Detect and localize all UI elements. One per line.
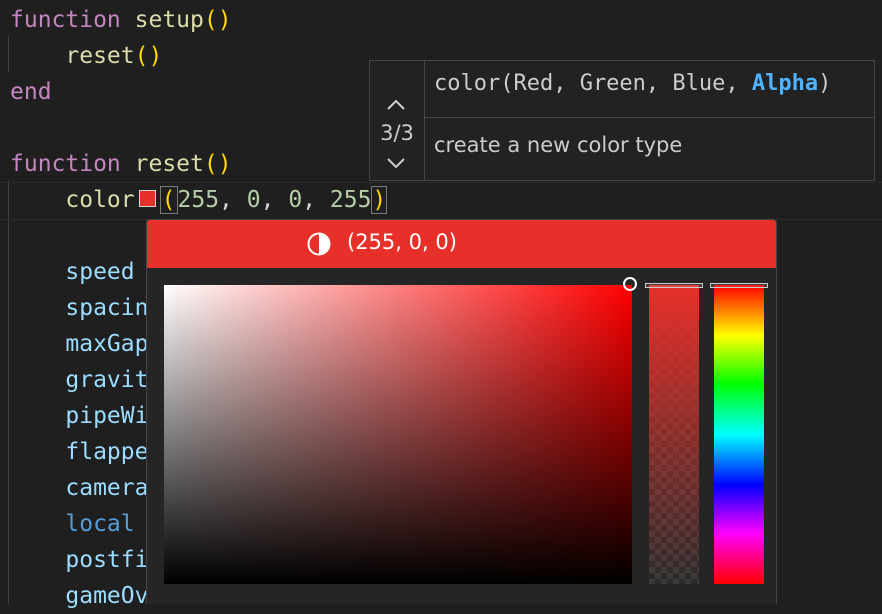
code-line-var[interactable]: camera [10,470,148,506]
code-line-var[interactable]: pipeWi [10,398,148,434]
close-paren: ) [371,186,388,214]
chevron-up-icon[interactable] [385,95,407,115]
opacity-slider-handle[interactable] [645,283,703,288]
color-value-label[interactable]: (255, 0, 0) [347,230,457,254]
active-parameter: Alpha [751,71,819,96]
code-line-5[interactable]: function reset() [10,146,232,182]
signature-navigation: 3/3 [370,61,425,180]
hue-slider[interactable] [714,285,764,584]
open-paren: ( [159,186,178,214]
code-line-var[interactable]: local [10,506,134,542]
code-line-var[interactable]: flappe [10,434,148,470]
hue-slider-handle[interactable] [710,283,768,288]
code-line-3[interactable]: end [10,74,52,110]
code-line-var[interactable]: speed [10,254,134,290]
code-line-6[interactable]: color (255, 0, 0, 255) [10,182,388,218]
code-line-var[interactable]: maxGap [10,326,148,362]
chevron-down-icon[interactable] [385,153,407,173]
color-picker-header[interactable]: (255, 0, 0) [147,220,776,268]
code-line-var[interactable]: gravit [10,362,148,398]
code-line-1[interactable]: function setup() [10,2,232,38]
saturation-handle[interactable] [623,277,637,291]
indent-guide [8,180,9,604]
saturation-brightness-area[interactable] [164,285,632,584]
color-picker: (255, 0, 0) [146,219,777,604]
code-line-var[interactable]: spacin [10,290,148,326]
color-swatch-decorator[interactable] [138,190,156,207]
signature-documentation: create a new color type [434,133,683,157]
code-line-2[interactable]: reset() [10,38,162,74]
signature-counter: 3/3 [380,121,414,145]
code-line-var[interactable]: postfi [10,542,148,578]
divider [425,117,874,118]
indent-guide [8,36,9,72]
code-line-var[interactable]: gameOv [10,578,148,614]
opacity-slider[interactable] [649,285,699,584]
signature-label: color(Red, Green, Blue, Alpha) [434,71,832,96]
signature-help-popup: 3/3 color(Red, Green, Blue, Alpha) creat… [369,60,875,181]
contrast-icon [307,232,331,256]
